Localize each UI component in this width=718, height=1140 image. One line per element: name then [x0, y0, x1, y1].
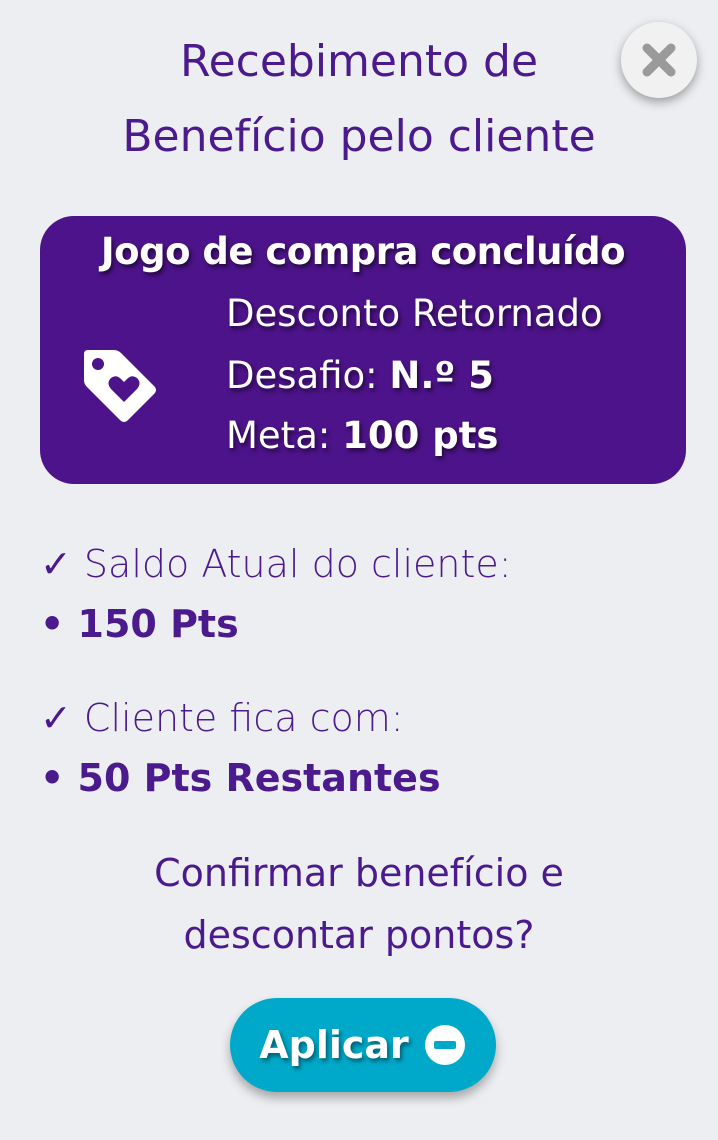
apply-button[interactable]: Aplicar	[230, 998, 496, 1092]
tag-heart-icon	[84, 350, 156, 422]
remaining-balance-value: • 50 Pts Restantes	[40, 756, 441, 800]
current-balance-label: ✓ Saldo Atual do cliente:	[40, 542, 512, 586]
dialog-title-line1: Recebimento de	[179, 36, 539, 87]
challenge-value: N.º 5	[389, 354, 494, 397]
confirm-question: Confirmar benefício e descontar pontos?	[20, 842, 698, 966]
confirm-question-line1: Confirmar benefício e	[154, 851, 564, 895]
dialog-title-line2: Benefício pelo cliente	[122, 111, 596, 162]
remaining-balance-label: ✓ Cliente fica com:	[40, 696, 404, 740]
confirm-question-line2: descontar pontos?	[183, 913, 535, 957]
close-icon	[642, 43, 676, 77]
goal-info: Meta: 100 pts	[226, 414, 498, 457]
current-balance-value: • 150 Pts	[40, 602, 239, 646]
goal-value: 100 pts	[342, 414, 499, 457]
reward-type: Desconto Retornado	[226, 292, 603, 335]
dialog-title: Recebimento de Benefício pelo cliente	[40, 24, 678, 174]
challenge-label: Desafio:	[226, 354, 390, 397]
close-button[interactable]	[621, 22, 697, 98]
apply-button-label: Aplicar	[259, 1023, 409, 1067]
challenge-info: Desafio: N.º 5	[226, 354, 494, 397]
reward-card: Jogo de compra concluído Desconto Retorn…	[40, 216, 686, 484]
card-title: Jogo de compra concluído	[100, 230, 626, 273]
minus-circle-icon	[424, 1025, 465, 1065]
goal-label: Meta:	[226, 414, 343, 457]
